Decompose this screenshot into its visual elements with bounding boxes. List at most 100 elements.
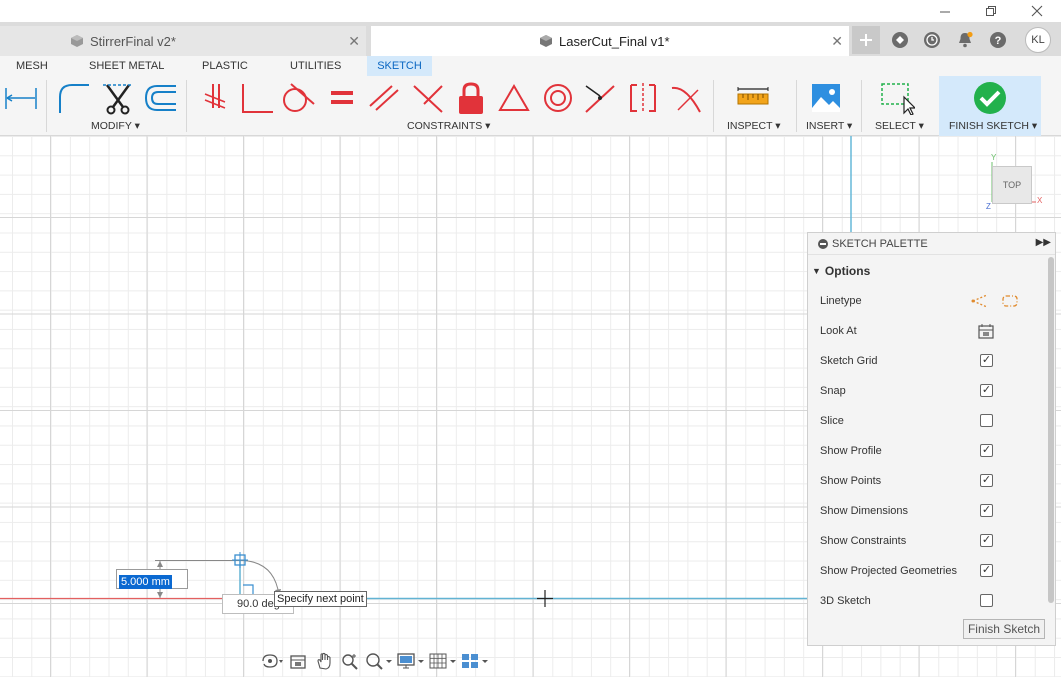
- options-section-header[interactable]: ▼ Options: [812, 264, 870, 278]
- finish-sketch-group[interactable]: FINISH SKETCH ▾: [939, 76, 1041, 136]
- palette-row-linetype: Linetype: [820, 291, 1046, 311]
- finish-sketch-button[interactable]: Finish Sketch: [962, 619, 1045, 639]
- show-projected-geometries-checkbox[interactable]: ✓: [980, 564, 993, 577]
- symmetry-tool[interactable]: [625, 80, 661, 116]
- insert-image-tool[interactable]: [808, 80, 844, 116]
- help-icon: ?: [990, 32, 1006, 48]
- angle-arc: [239, 560, 280, 596]
- dimension-tool[interactable]: [2, 80, 38, 116]
- equal-icon: [331, 91, 353, 104]
- show-profile-checkbox[interactable]: ✓: [980, 444, 993, 457]
- fillet-icon: [59, 84, 89, 113]
- 3d-sketch-checkbox[interactable]: [980, 594, 993, 607]
- sketch-grid-checkbox[interactable]: ✓: [980, 354, 993, 367]
- close-window-button[interactable]: [1014, 0, 1060, 22]
- minimize-button[interactable]: [922, 0, 968, 22]
- constraints-group-label[interactable]: CONSTRAINTS ▾: [407, 120, 490, 132]
- viewcube-y-label: Y: [991, 153, 997, 162]
- horizontal-vertical-tool[interactable]: [238, 80, 274, 116]
- viewcube[interactable]: TOP: [992, 166, 1032, 204]
- row-label: Snap: [820, 385, 846, 397]
- palette-scrollbar[interactable]: [1048, 257, 1054, 603]
- extensions-button[interactable]: [886, 26, 914, 54]
- modify-group-label[interactable]: MODIFY ▾: [91, 120, 140, 132]
- expand-panel-icon[interactable]: ▶▶: [1036, 237, 1051, 248]
- fix-unfix-tool[interactable]: [453, 80, 489, 116]
- palette-row-3d-sketch: 3D Sketch: [820, 591, 1046, 611]
- fit-tool[interactable]: [364, 649, 394, 673]
- dimension-input-value[interactable]: 5.000 mm: [119, 575, 172, 589]
- display-settings-tool[interactable]: [396, 649, 426, 673]
- lock-icon: [459, 82, 483, 114]
- cursor-tooltip: Specify next point: [274, 591, 367, 607]
- parallel-tool[interactable]: [366, 80, 402, 116]
- inspect-group-label[interactable]: INSPECT ▾: [727, 120, 781, 132]
- dimension-icon: [5, 88, 37, 109]
- row-label: Show Profile: [820, 445, 882, 457]
- new-tab-button[interactable]: [852, 26, 880, 54]
- construction-linetype-icon[interactable]: [971, 293, 989, 309]
- document-tab-bar: StirrerFinal v2* ✕ LaserCut_Final v1* ✕ …: [0, 22, 1061, 56]
- chevron-down-icon: ▼: [812, 266, 821, 276]
- restore-button[interactable]: [968, 0, 1014, 22]
- finish-sketch-tool[interactable]: [972, 80, 1008, 116]
- coincident-tool[interactable]: [196, 80, 232, 116]
- grid-settings-tool[interactable]: [428, 649, 458, 673]
- parallel-icon: [369, 85, 399, 111]
- viewcube-z-label: Z: [986, 202, 991, 211]
- snap-checkbox[interactable]: ✓: [980, 384, 993, 397]
- pan-tool[interactable]: [312, 649, 336, 673]
- slice-checkbox[interactable]: [980, 414, 993, 427]
- perpendicular-tool[interactable]: [410, 80, 446, 116]
- show-dimensions-checkbox[interactable]: ✓: [980, 504, 993, 517]
- insert-group-label[interactable]: INSERT ▾: [806, 120, 852, 132]
- finish-sketch-group-label[interactable]: FINISH SKETCH ▾: [949, 120, 1037, 132]
- tab-lasercut-final[interactable]: LaserCut_Final v1* ✕: [371, 26, 849, 56]
- look-at-tool[interactable]: [286, 649, 310, 673]
- measure-tool[interactable]: [735, 80, 771, 116]
- notifications-button[interactable]: [951, 26, 979, 54]
- ribbon-toolbar: MESH SHEET METAL PLASTIC UTILITIES SKETC…: [0, 56, 1061, 136]
- tab-sketch[interactable]: SKETCH: [367, 56, 432, 76]
- user-avatar[interactable]: KL: [1025, 27, 1051, 53]
- palette-row-show-profile: Show Profile ✓: [820, 441, 1046, 461]
- tab-close-icon[interactable]: ✕: [348, 33, 360, 50]
- row-label: Look At: [820, 325, 857, 337]
- tab-close-icon[interactable]: ✕: [831, 33, 843, 50]
- tangent-tool[interactable]: [280, 80, 316, 116]
- extensions-icon: [892, 32, 908, 48]
- help-button[interactable]: ?: [984, 26, 1012, 54]
- collapse-icon[interactable]: [818, 238, 828, 249]
- show-constraints-checkbox[interactable]: ✓: [980, 534, 993, 547]
- midpoint-tool[interactable]: [496, 80, 532, 116]
- tab-plastic[interactable]: PLASTIC: [192, 56, 258, 76]
- row-label: Linetype: [820, 295, 862, 307]
- tab-mesh[interactable]: MESH: [6, 56, 58, 76]
- tab-utilities[interactable]: UTILITIES: [280, 56, 351, 76]
- curvature-tool[interactable]: [668, 80, 704, 116]
- viewports-tool[interactable]: [460, 649, 490, 673]
- offset-tool[interactable]: [142, 80, 178, 116]
- orbit-tool[interactable]: [260, 649, 284, 673]
- tab-stirrerfinal[interactable]: StirrerFinal v2* ✕: [0, 26, 366, 56]
- palette-header[interactable]: SKETCH PALETTE ▶▶: [808, 233, 1055, 255]
- row-label: Sketch Grid: [820, 355, 878, 367]
- look-at-icon[interactable]: [978, 323, 994, 339]
- equal-tool[interactable]: [324, 80, 360, 116]
- concentric-tool[interactable]: [540, 80, 576, 116]
- svg-text:?: ?: [995, 35, 1002, 47]
- show-points-checkbox[interactable]: ✓: [980, 474, 993, 487]
- select-tool[interactable]: [879, 80, 915, 116]
- trim-tool[interactable]: [100, 80, 136, 116]
- fillet-tool[interactable]: [56, 80, 92, 116]
- select-group-label[interactable]: SELECT ▾: [875, 120, 924, 132]
- collinear-tool[interactable]: [582, 80, 618, 116]
- dimension-input[interactable]: 5.000 mm: [116, 569, 188, 589]
- palette-row-show-points: Show Points ✓: [820, 471, 1046, 491]
- centerline-linetype-icon[interactable]: [1001, 293, 1019, 309]
- tab-sheet-metal[interactable]: SHEET METAL: [79, 56, 174, 76]
- zoom-tool[interactable]: [338, 649, 362, 673]
- group-separator: [186, 80, 187, 132]
- job-status-button[interactable]: [918, 26, 946, 54]
- group-separator: [46, 80, 47, 132]
